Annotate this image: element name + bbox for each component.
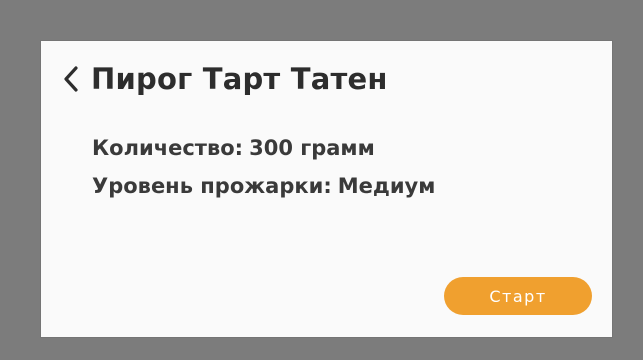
doneness-label: Уровень прожарки: [92, 174, 332, 198]
quantity-row: Количество: 300 грамм [92, 129, 435, 167]
doneness-row: Уровень прожарки: Медиум [92, 167, 435, 205]
quantity-label: Количество: [92, 136, 244, 160]
chevron-left-icon [63, 66, 79, 92]
page-title: Пирог Тарт Татен [91, 62, 388, 96]
panel-header: Пирог Тарт Татен [59, 59, 388, 99]
start-button[interactable]: Старт [444, 277, 592, 315]
screen-frame: Пирог Тарт Татен Количество: 300 грамм У… [0, 0, 643, 360]
recipe-panel: Пирог Тарт Татен Количество: 300 грамм У… [41, 41, 612, 337]
doneness-value: Медиум [337, 174, 436, 198]
back-button[interactable] [59, 61, 83, 97]
recipe-details: Количество: 300 грамм Уровень прожарки: … [92, 129, 435, 205]
quantity-value: 300 грамм [249, 136, 375, 160]
